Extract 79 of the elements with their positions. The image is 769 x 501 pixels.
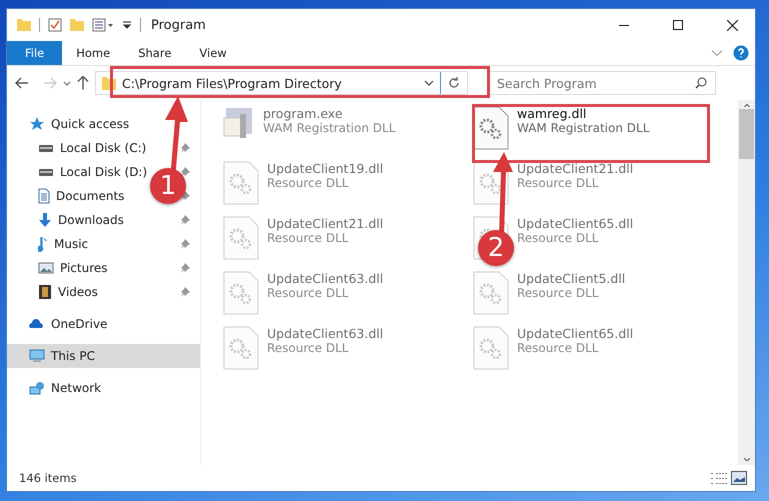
scroll-thumb[interactable] [739,109,754,159]
gear-file-icon [473,326,509,370]
gear-file-icon [473,271,509,315]
cloud-icon [29,319,45,329]
ribbon-tab[interactable]: View [185,41,241,65]
folder-icon [17,19,31,31]
program-icon [223,106,255,138]
search-field[interactable]: Search Program [488,71,716,95]
file-name[interactable]: wamreg.dll [517,106,650,121]
nav-item[interactable]: Network [7,376,200,400]
checklist-icon[interactable] [48,18,62,32]
picture-icon [38,262,54,274]
drive-icon [38,144,54,152]
address-path: C:\Program Files\Program Directory [122,76,343,90]
file-type: WAM Registration DLL [263,121,396,135]
nav-item[interactable]: OneDrive [7,312,200,336]
nav-item[interactable]: Pictures [7,256,114,280]
thumbnail-view-icon[interactable] [731,471,747,485]
file-name[interactable]: UpdateClient5.dll [517,271,626,286]
properties-icon[interactable] [92,18,114,32]
file-type: Resource DLL [267,341,350,355]
network-icon [29,381,45,395]
window-title: Program [151,18,207,32]
star-icon [29,116,45,132]
up-icon[interactable] [77,76,89,90]
document-icon [38,188,50,204]
chevron-icon[interactable] [711,50,723,56]
nav-item[interactable]: Music [7,232,94,256]
file-type: Resource DLL [267,231,350,245]
file-name[interactable]: UpdateClient65.dll [517,326,634,341]
item-count: 146 items [19,471,78,485]
gear-file-icon [473,106,509,150]
scrollbar[interactable] [738,100,755,465]
nav-item[interactable]: Documents [7,184,130,208]
file-type: Resource DLL [517,341,600,355]
recent-icon[interactable] [63,80,71,86]
file-type: Resource DLL [517,176,600,190]
back-icon[interactable] [15,77,29,89]
scroll-down-icon[interactable] [744,458,750,461]
help-icon[interactable] [733,45,749,61]
gear-file-icon [223,216,259,260]
dropdown-icon[interactable] [122,21,132,29]
music-note-icon [38,236,48,252]
close-icon[interactable] [726,20,738,30]
file-type: Resource DLL [517,231,600,245]
nav-item[interactable]: Downloads [7,208,130,232]
address-bar[interactable]: C:\Program Files\Program Directory [95,71,468,95]
ribbon-tab[interactable]: Share [124,41,186,65]
minimize-icon[interactable] [619,24,629,26]
film-icon [38,284,52,300]
search-icon [695,77,707,89]
details-view-icon[interactable] [711,472,727,484]
nav-item[interactable]: Videos [7,280,104,304]
ribbon-tab[interactable]: File [7,41,62,65]
nav-item[interactable]: Quick access [7,112,200,136]
file-type: Resource DLL [517,286,600,300]
file-name[interactable]: UpdateClient63.dll [267,271,384,286]
ribbon-tab[interactable]: Home [62,41,124,65]
nav-item[interactable]: Local Disk (C:) [7,136,152,160]
file-name[interactable]: UpdateClient21.dll [517,161,634,176]
file-name[interactable]: UpdateClient21.dll [267,216,384,231]
download-icon [38,212,52,228]
gear-file-icon [223,161,259,205]
computer-icon [29,349,45,363]
file-name[interactable]: UpdateClient19.dll [267,161,384,176]
refresh-icon[interactable] [448,77,460,89]
file-name[interactable]: program.exe [263,106,396,121]
drive-icon [38,168,54,176]
file-type: Resource DLL [267,176,350,190]
file-type: WAM Registration DLL [517,121,650,135]
file-name[interactable]: UpdateClient63.dll [267,326,384,341]
dropdown-icon[interactable] [424,80,434,86]
scroll-up-icon[interactable] [744,104,750,107]
file-type: Resource DLL [267,286,350,300]
file-name[interactable]: UpdateClient65.dll [517,216,634,231]
gear-file-icon [223,271,259,315]
maximize-icon[interactable] [673,20,683,30]
gear-file-icon [223,326,259,370]
nav-item[interactable]: This PC [7,344,200,368]
